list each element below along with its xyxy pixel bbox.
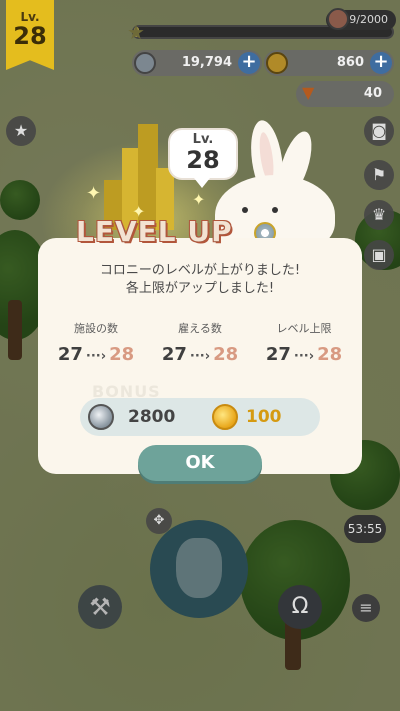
add-silver-button[interactable]: + <box>238 52 260 74</box>
rabbit-icon: Ω <box>291 594 309 619</box>
stat-label: 雇える数 <box>178 322 222 335</box>
arrow-icon: ···› <box>293 349 315 364</box>
menu-icon: ≡ <box>359 598 373 617</box>
flag-icon: ⚑ <box>371 165 387 184</box>
coin-gold-icon <box>212 404 238 430</box>
sparkle-icon: ✦ <box>86 183 102 204</box>
carrot-counter: ▼ 40 <box>296 81 394 107</box>
message-line-2: 各上限がアップしました! <box>125 281 275 296</box>
star-icon: ★ <box>13 121 29 140</box>
carrot-icon: ▼ <box>302 83 315 102</box>
expand-icon: ✥ <box>153 513 165 528</box>
timer: 53:55 <box>344 515 386 543</box>
level-bubble: Lv. 28 <box>168 128 238 188</box>
flag-button[interactable]: ⚑ <box>364 160 394 190</box>
stat-old-value: 27 <box>265 344 291 365</box>
bubble-level-label: Lv. <box>192 132 214 147</box>
level-banner: Lv. 28 <box>6 0 54 70</box>
favorites-button[interactable]: ★ <box>6 116 36 146</box>
carrot-amount: 40 <box>363 86 382 101</box>
trophy-button[interactable]: ♛ <box>364 200 394 230</box>
bunny-eye <box>272 207 278 213</box>
goat-icon <box>176 538 222 598</box>
bunny-eye <box>242 207 248 213</box>
stat-level-cap: レベル上限 27 ···› 28 <box>250 320 358 365</box>
bonus-rewards: 2800 100 <box>80 398 320 436</box>
ok-button[interactable]: OK <box>138 445 262 481</box>
stat-label: レベル上限 <box>276 322 332 335</box>
main-action-button[interactable] <box>150 520 248 618</box>
levelup-dialog: コロニーのレベルが上がりました! 各上限がアップしました! 施設の数 27 ···… <box>38 238 362 474</box>
levelup-message: コロニーのレベルが上がりました! 各上限がアップしました! <box>38 262 362 298</box>
stat-facility-count: 施設の数 27 ···› 28 <box>42 320 150 365</box>
avatar[interactable] <box>327 8 349 30</box>
stat-label: 施設の数 <box>74 322 118 335</box>
stat-new-value: 28 <box>109 344 135 365</box>
add-gold-button[interactable]: + <box>370 52 392 74</box>
menu-button[interactable]: ≡ <box>352 594 380 622</box>
build-button[interactable]: ⚒ <box>78 585 122 629</box>
arrow-icon: ···› <box>85 349 107 364</box>
sparkle-icon: ✦ <box>192 190 206 209</box>
camera-icon: ◙ <box>371 121 387 140</box>
bonus-silver-amount: 2800 <box>128 407 176 427</box>
stat-hire-count: 雇える数 27 ···› 28 <box>146 320 254 365</box>
camera-button[interactable]: ◙ <box>364 116 394 146</box>
coin-silver-icon <box>134 52 156 74</box>
star-icon: ★ <box>127 20 145 44</box>
level-value: 28 <box>13 22 47 50</box>
rabbit-button[interactable]: Ω <box>278 585 322 629</box>
arrow-icon: ···› <box>189 349 211 364</box>
message-line-1: コロニーのレベルが上がりました! <box>99 263 301 278</box>
hammer-icon: ⚒ <box>89 593 111 621</box>
coin-gold-icon <box>266 52 288 74</box>
silver-currency: 19,794 + <box>132 50 262 76</box>
trophy-icon: ♛ <box>371 205 387 224</box>
stat-old-value: 27 <box>161 344 187 365</box>
bubble-level-value: 28 <box>186 146 220 174</box>
gold-currency: 860 + <box>264 50 394 76</box>
bonus-gold-amount: 100 <box>246 407 282 427</box>
coin-silver-icon <box>88 404 114 430</box>
stat-old-value: 27 <box>57 344 83 365</box>
stat-new-value: 28 <box>213 344 239 365</box>
gift-button[interactable]: ▣ <box>364 240 394 270</box>
stat-new-value: 28 <box>317 344 343 365</box>
levelup-title: LEVEL UP <box>76 215 233 248</box>
gift-icon: ▣ <box>371 245 387 264</box>
silver-amount: 19,794 <box>181 55 232 70</box>
gold-amount: 860 <box>336 55 364 70</box>
